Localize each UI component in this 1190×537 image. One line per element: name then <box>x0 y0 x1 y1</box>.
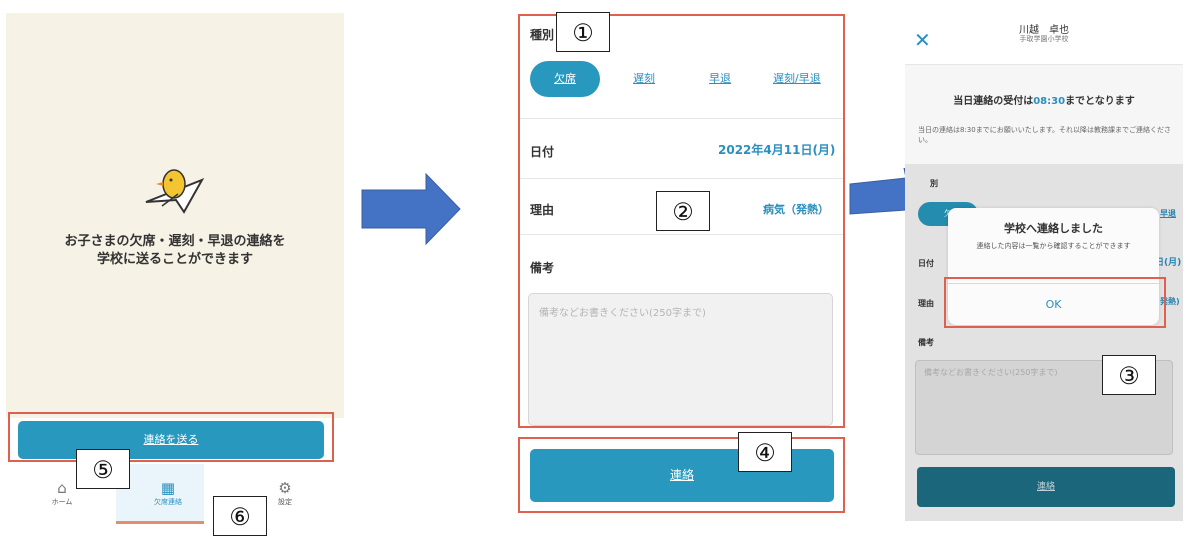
date-value[interactable]: 2022年4月11日(月) <box>718 141 835 158</box>
callout-6: ⑥ <box>213 496 267 536</box>
date-label: 日付 <box>530 145 555 159</box>
divider <box>520 178 843 179</box>
gear-icon: ⚙ <box>278 479 292 497</box>
reason-value[interactable]: 病気（発熱） <box>763 201 829 217</box>
divider <box>905 64 1183 65</box>
mascot-bird-icon <box>145 169 205 214</box>
dialog-message: 連絡した内容は一覧から確認することができます <box>976 242 1131 250</box>
school-name: 手取学園小学校 <box>1019 35 1069 43</box>
divider <box>520 234 843 235</box>
nav-label-home: ホーム <box>51 498 73 506</box>
remarks-textarea[interactable]: 備考などお書きください(250字まで) <box>528 293 833 426</box>
callout-2: ② <box>656 191 710 231</box>
divider <box>520 118 843 119</box>
send-contact-button[interactable]: 連絡を送る <box>18 421 324 459</box>
remarks-label: 備考 <box>530 261 555 275</box>
tab-late[interactable]: 遅刻 <box>633 70 655 86</box>
empty-state-message: お子さまの欠席・遅刻・早退の連絡を 学校に送ることができます <box>64 234 286 267</box>
callout-3: ③ <box>1102 355 1156 395</box>
tab-early-leave[interactable]: 早退 <box>709 70 731 86</box>
desk-icon: ▦ <box>160 479 176 497</box>
highlight-frame-ok <box>944 277 1166 328</box>
tab-absence[interactable]: 欠席 <box>530 61 600 97</box>
callout-1: ① <box>556 12 610 52</box>
nav-label-absence: 欠席連絡 <box>154 498 182 506</box>
nav-label-settings: 設定 <box>278 498 292 506</box>
callout-4: ④ <box>738 432 792 472</box>
deadline-notice: 当日連絡の受付は08:30までとなります <box>905 92 1183 107</box>
nav-item-absence[interactable]: ▦ 欠席連絡 <box>128 480 208 507</box>
deadline-note: 当日の連絡は8:30までにお願いいたします。それ以降は教務課までご連絡ください。 <box>918 126 1172 144</box>
dialog-title: 学校へ連絡しました <box>1004 222 1103 235</box>
tab-late-early[interactable]: 遅刻/早退 <box>773 70 821 86</box>
reason-label: 理由 <box>530 203 555 217</box>
callout-5: ⑤ <box>76 449 130 489</box>
flow-arrow-right-icon <box>361 172 461 246</box>
deadline-prefix: 当日連絡の受付は <box>953 96 1034 107</box>
deadline-time: 08:30 <box>1033 96 1066 107</box>
deadline-suffix: までとなります <box>1065 96 1135 107</box>
type-label: 種別 <box>530 28 555 42</box>
nav-active-indicator <box>116 521 204 524</box>
